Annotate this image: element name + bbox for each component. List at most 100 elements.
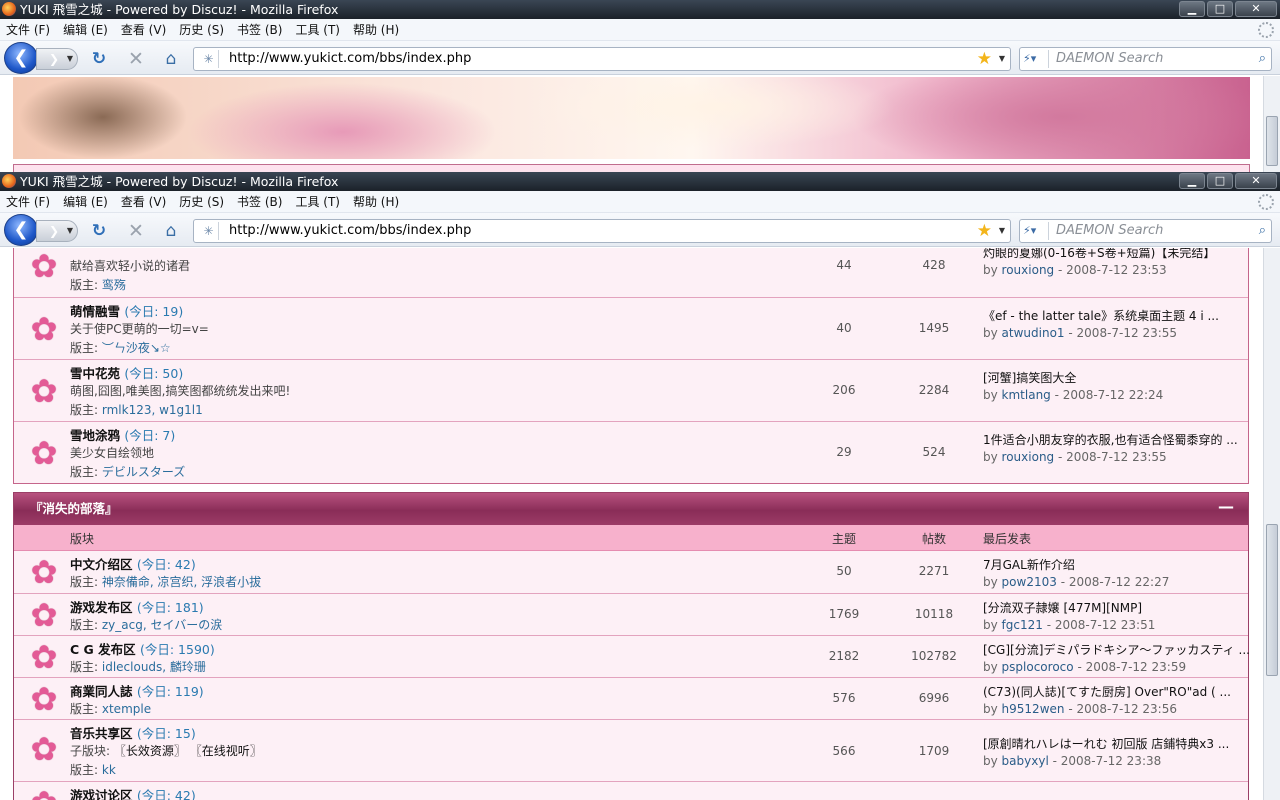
last-post-title[interactable]: [CG][分流]デミパラドキシア〜ファッカスティ ...	[983, 641, 1250, 658]
menu-tools[interactable]: 工具 (T)	[289, 191, 347, 213]
moderator-link[interactable]: デビルスターズ	[102, 465, 185, 479]
collapse-icon[interactable]: —	[1218, 493, 1234, 521]
scroll-thumb[interactable]	[1266, 116, 1278, 166]
forum-name[interactable]: 中文介绍区 (今日: 42)	[70, 554, 196, 573]
menu-bookmarks[interactable]: 书签 (B)	[231, 191, 289, 213]
home-icon[interactable]: ⌂	[160, 220, 182, 242]
back-button[interactable]: ❮	[4, 42, 38, 74]
history-dropdown-icon[interactable]: ▼	[67, 49, 73, 69]
last-post-user[interactable]: rouxiong	[1002, 450, 1055, 464]
menu-edit[interactable]: 编辑 (E)	[57, 19, 115, 41]
back-scrollbar[interactable]	[1263, 76, 1280, 172]
moderator-link[interactable]: zy_acg, セイバーの涙	[102, 618, 222, 632]
search-icon[interactable]: ⌕	[1259, 48, 1266, 70]
menu-file[interactable]: 文件 (F)	[0, 191, 57, 213]
forward-button[interactable]: ❯ ▼	[36, 220, 78, 242]
forum-name[interactable]: 雪地涂鸦 (今日: 7)	[70, 425, 175, 444]
last-post-user[interactable]: h9512wen	[1002, 702, 1065, 716]
url-dropdown-icon[interactable]: ▼	[999, 48, 1005, 70]
menu-view[interactable]: 查看 (V)	[115, 191, 173, 213]
menu-tools[interactable]: 工具 (T)	[289, 19, 347, 41]
forum-name[interactable]: 萌情融雪 (今日: 19)	[70, 301, 183, 320]
close-button[interactable]: ✕	[1235, 1, 1277, 17]
last-post-user[interactable]: atwudino1	[1002, 326, 1065, 340]
post-count: 10118	[914, 607, 954, 621]
site-identity-icon[interactable]: ✳	[199, 222, 219, 240]
history-dropdown-icon[interactable]: ▼	[67, 221, 73, 241]
last-post-title[interactable]: [分流双子隷嬢 [477M][NMP]	[983, 599, 1142, 616]
last-post-title[interactable]: 《ef - the latter tale》系统桌面主题 4 i ...	[983, 307, 1219, 324]
moderator-link[interactable]: 鸾殇	[102, 278, 126, 292]
moderator-link[interactable]: kk	[102, 763, 116, 777]
last-post-title[interactable]: 灼眼的夏娜(0-16卷+S卷+短篇)【未完结】	[983, 248, 1215, 261]
forum-name[interactable]: 雪中花苑 (今日: 50)	[70, 363, 183, 382]
forum-name[interactable]: C G 发布区 (今日: 1590)	[70, 639, 215, 658]
last-post-user[interactable]: pow2103	[1002, 575, 1057, 589]
bookmark-star-icon[interactable]: ★	[977, 221, 992, 241]
last-post-title[interactable]: [原創晴れハレはーれむ 初回版 店鋪特典x3 ...	[983, 735, 1229, 752]
last-post-user[interactable]: rouxiong	[1002, 263, 1055, 277]
stop-icon[interactable]: ✕	[125, 48, 147, 70]
search-box[interactable]: ⚡▾ DAEMON Search ⌕	[1019, 219, 1272, 243]
site-identity-icon[interactable]: ✳	[199, 50, 219, 68]
reload-icon[interactable]: ↻	[88, 48, 110, 70]
last-post-user[interactable]: kmtlang	[1002, 388, 1051, 402]
url-dropdown-icon[interactable]: ▼	[999, 220, 1005, 242]
forum-name[interactable]: 商業同人誌 (今日: 119)	[70, 681, 204, 700]
menu-view[interactable]: 查看 (V)	[115, 19, 173, 41]
moderator-link[interactable]: 神奈備命, 凉宫织, 浮浪者小拔	[102, 575, 261, 589]
forum-moderators: 版主: xtemple	[70, 702, 152, 716]
forum-name[interactable]: 游戏讨论区 (今日: 42)	[70, 785, 196, 800]
maximize-button[interactable]: □	[1207, 1, 1233, 17]
search-engine-icon[interactable]: ⚡▾	[1023, 50, 1049, 68]
front-maximize-button[interactable]: □	[1207, 173, 1233, 189]
search-placeholder[interactable]: DAEMON Search	[1056, 220, 1163, 242]
bookmark-star-icon[interactable]: ★	[977, 49, 992, 69]
address-bar[interactable]: ✳ http://www.yukict.com/bbs/index.php ★ …	[193, 219, 1011, 243]
menu-history[interactable]: 历史 (S)	[173, 191, 231, 213]
url-text[interactable]: http://www.yukict.com/bbs/index.php	[229, 48, 471, 70]
stop-icon[interactable]: ✕	[125, 220, 147, 242]
front-menu-bar: 文件 (F) 编辑 (E) 查看 (V) 历史 (S) 书签 (B) 工具 (T) 帮助 (…	[0, 191, 1280, 213]
last-post-title[interactable]: 7月GAL新作介绍	[983, 556, 1075, 573]
last-post-user[interactable]: psplocoroco	[1002, 660, 1074, 674]
forward-button[interactable]: ❯ ▼	[36, 48, 78, 70]
front-close-button[interactable]: ✕	[1235, 173, 1277, 189]
front-minimize-button[interactable]: ▁	[1179, 173, 1205, 189]
forum-row: ✿ 雪中花苑 (今日: 50) 萌图,囧图,唯美图,搞笑图都统统发出来吧! 版主…	[14, 359, 1248, 421]
col-posts: 帖数	[921, 532, 946, 546]
menu-history[interactable]: 历史 (S)	[173, 19, 231, 41]
moderator-link[interactable]: ︶ㄣ沙夜↘☆	[102, 341, 171, 355]
last-post-title[interactable]: (C73)(同人誌)[てすた厨房] Over"RO"ad ( ...	[983, 683, 1231, 700]
last-post-user[interactable]: fgc121	[1002, 618, 1043, 632]
url-text[interactable]: http://www.yukict.com/bbs/index.php	[229, 220, 471, 242]
scroll-thumb[interactable]	[1266, 524, 1278, 676]
menu-file[interactable]: 文件 (F)	[0, 19, 57, 41]
last-post-title[interactable]: 1件适合小朋友穿的衣服,也有适合怪蜀黍穿的 ...	[983, 431, 1238, 448]
menu-help[interactable]: 帮助 (H)	[347, 19, 406, 41]
moderator-link[interactable]: idleclouds, 麟玲珊	[102, 660, 206, 674]
page-scrollbar[interactable]	[1263, 248, 1280, 800]
moderator-link[interactable]: xtemple	[102, 702, 151, 716]
topic-count: 2182	[828, 649, 860, 663]
menu-help[interactable]: 帮助 (H)	[347, 191, 406, 213]
last-post-user[interactable]: babyxyl	[1002, 754, 1049, 768]
menu-bookmarks[interactable]: 书签 (B)	[231, 19, 289, 41]
search-icon[interactable]: ⌕	[1259, 220, 1266, 242]
forum-name[interactable]: 音乐共享区 (今日: 15)	[70, 723, 196, 742]
section-title[interactable]: 『消失的部落』	[30, 501, 118, 516]
minimize-button[interactable]: ▁	[1179, 1, 1205, 17]
search-engine-icon[interactable]: ⚡▾	[1023, 222, 1049, 240]
last-post-title[interactable]: [河蟹]搞笑图大全	[983, 369, 1076, 386]
search-placeholder[interactable]: DAEMON Search	[1056, 48, 1163, 70]
last-post-by: by h9512wen - 2008-7-12 23:56	[983, 702, 1177, 716]
subforum-link[interactable]: 〖长效资源〗 〖在线视听〗	[114, 744, 262, 758]
search-box[interactable]: ⚡▾ DAEMON Search ⌕	[1019, 47, 1272, 71]
forum-name[interactable]: 游戏发布区 (今日: 181)	[70, 597, 204, 616]
address-bar[interactable]: ✳ http://www.yukict.com/bbs/index.php ★ …	[193, 47, 1011, 71]
moderator-link[interactable]: rmlk123, w1g1l1	[102, 403, 203, 417]
menu-edit[interactable]: 编辑 (E)	[57, 191, 115, 213]
back-button[interactable]: ❮	[4, 214, 38, 246]
home-icon[interactable]: ⌂	[160, 48, 182, 70]
reload-icon[interactable]: ↻	[88, 220, 110, 242]
